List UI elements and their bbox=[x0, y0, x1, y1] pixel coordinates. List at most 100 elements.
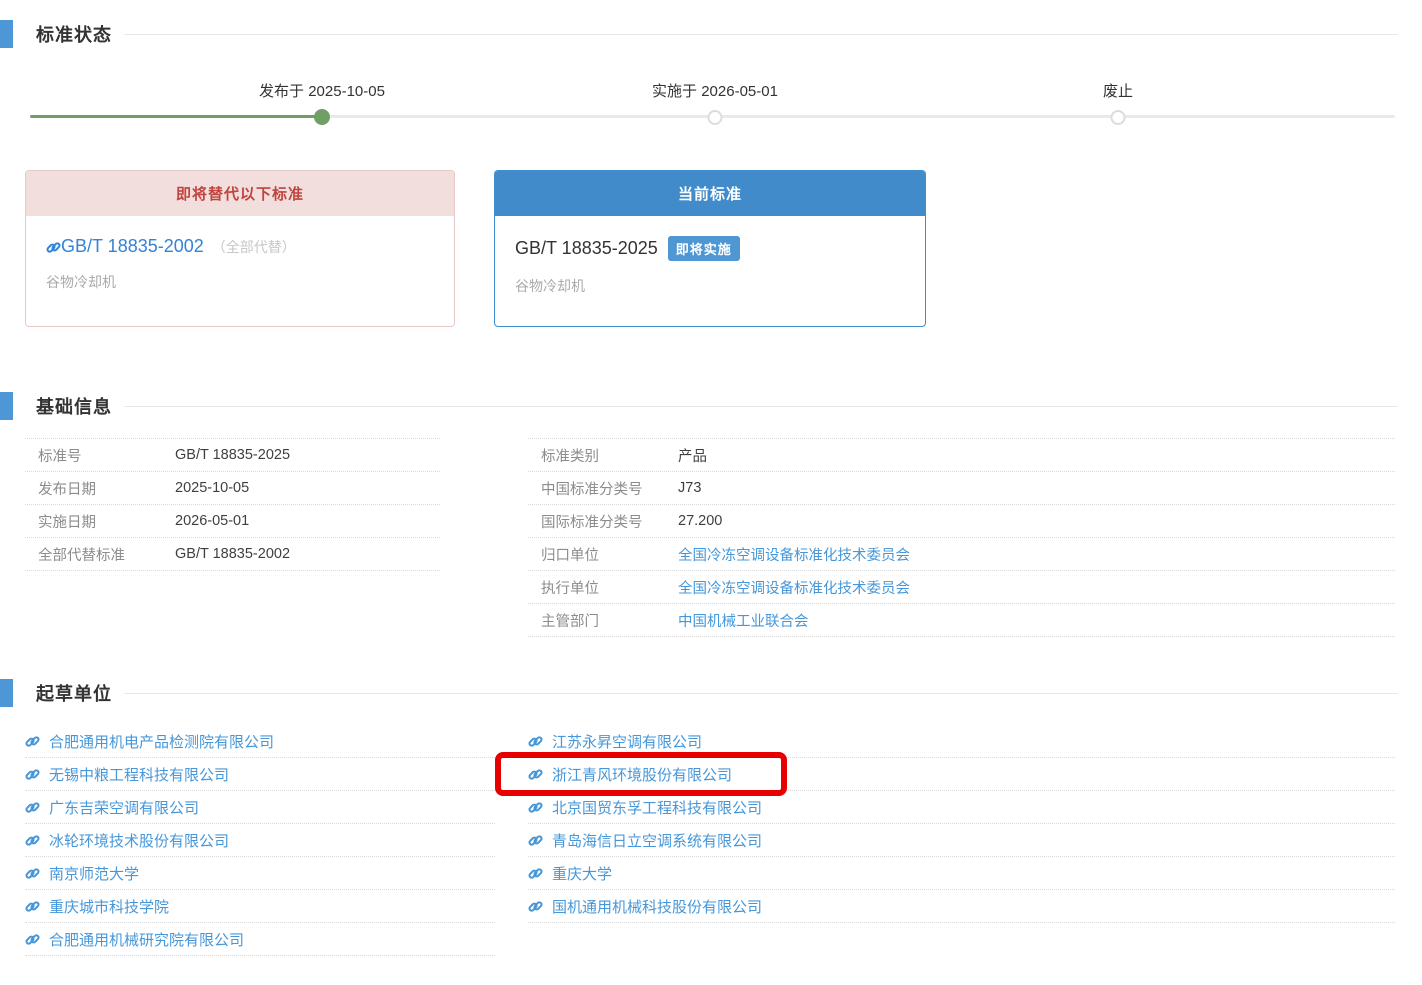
info-label: 标准类别 bbox=[541, 445, 678, 466]
timeline-node-dot bbox=[708, 110, 723, 125]
drafting-unit-link[interactable]: 冰轮环境技术股份有限公司 bbox=[49, 830, 229, 851]
drafting-unit-link[interactable]: 南京师范大学 bbox=[49, 863, 139, 884]
info-value: GB/T 18835-2002 bbox=[175, 546, 290, 562]
basic-info-tables: 标准号GB/T 18835-2025发布日期2025-10-05实施日期2026… bbox=[25, 438, 1422, 637]
timeline-node-dot bbox=[314, 109, 330, 125]
info-label: 归口单位 bbox=[541, 544, 678, 565]
link-icon bbox=[25, 800, 40, 815]
info-table-left: 标准号GB/T 18835-2025发布日期2025-10-05实施日期2026… bbox=[25, 438, 440, 571]
current-standard-card: 当前标准 GB/T 18835-2025 即将实施 谷物冷却机 bbox=[494, 170, 926, 327]
link-icon bbox=[25, 767, 40, 782]
info-value-link[interactable]: 中国机械工业联合会 bbox=[678, 610, 809, 631]
current-standard-name: 谷物冷却机 bbox=[515, 276, 905, 296]
drafting-unit-link[interactable]: 无锡中粮工程科技有限公司 bbox=[49, 764, 229, 785]
drafting-unit-item: 青岛海信日立空调系统有限公司 bbox=[528, 824, 1395, 857]
drafting-unit-item: 江苏永昇空调有限公司 bbox=[528, 725, 1395, 758]
info-label: 执行单位 bbox=[541, 577, 678, 598]
section-divider bbox=[124, 693, 1398, 694]
replaced-standard-card: 即将替代以下标准 GB/T 18835-2002 （全部代替） 谷物冷却机 bbox=[25, 170, 455, 327]
info-row: 标准类别产品 bbox=[528, 439, 1395, 472]
info-label: 国际标准分类号 bbox=[541, 511, 678, 532]
info-row: 国际标准分类号27.200 bbox=[528, 505, 1395, 538]
current-card-header: 当前标准 bbox=[495, 171, 925, 216]
info-label: 实施日期 bbox=[38, 511, 175, 532]
upcoming-implementation-badge: 即将实施 bbox=[668, 236, 740, 261]
drafting-units-right-column: 江苏永昇空调有限公司浙江青风环境股份有限公司北京国贸东孚工程科技有限公司青岛海信… bbox=[528, 725, 1395, 923]
info-value: GB/T 18835-2025 bbox=[175, 447, 290, 463]
section-accent-bar bbox=[0, 679, 13, 707]
drafting-unit-link[interactable]: 合肥通用机械研究院有限公司 bbox=[49, 929, 244, 950]
info-value: J73 bbox=[678, 480, 701, 496]
replaced-card-header: 即将替代以下标准 bbox=[26, 171, 454, 216]
info-row: 中国标准分类号J73 bbox=[528, 472, 1395, 505]
drafting-unit-item: 合肥通用机械研究院有限公司 bbox=[25, 923, 495, 956]
info-row: 发布日期2025-10-05 bbox=[25, 472, 440, 505]
replaced-standard-name: 谷物冷却机 bbox=[46, 272, 434, 292]
info-row: 主管部门中国机械工业联合会 bbox=[528, 604, 1395, 637]
info-table-right: 标准类别产品中国标准分类号J73国际标准分类号27.200归口单位全国冷冻空调设… bbox=[528, 438, 1395, 637]
drafting-unit-link[interactable]: 重庆大学 bbox=[552, 863, 612, 884]
drafting-unit-link[interactable]: 国机通用机械科技股份有限公司 bbox=[552, 896, 762, 917]
drafting-unit-link[interactable]: 重庆城市科技学院 bbox=[49, 896, 169, 917]
section-divider bbox=[124, 34, 1398, 35]
drafting-section-header: 起草单位 bbox=[0, 679, 1398, 707]
link-icon bbox=[528, 734, 543, 749]
section-accent-bar bbox=[0, 20, 13, 48]
timeline-progress bbox=[30, 115, 322, 118]
link-icon bbox=[528, 899, 543, 914]
drafting-unit-link[interactable]: 合肥通用机电产品检测院有限公司 bbox=[49, 731, 274, 752]
drafting-unit-item: 合肥通用机电产品检测院有限公司 bbox=[25, 725, 495, 758]
standard-status-timeline: 发布于 2025-10-05实施于 2026-05-01废止 bbox=[0, 64, 1422, 149]
standard-detail-page: 标准状态 发布于 2025-10-05实施于 2026-05-01废止 即将替代… bbox=[0, 20, 1422, 985]
drafting-section-title: 起草单位 bbox=[36, 680, 112, 706]
timeline-label: 发布于 2025-10-05 bbox=[259, 80, 385, 101]
link-icon bbox=[528, 833, 543, 848]
drafting-unit-link[interactable]: 浙江青风环境股份有限公司 bbox=[552, 764, 732, 785]
info-row: 执行单位全国冷冻空调设备标准化技术委员会 bbox=[528, 571, 1395, 604]
info-value: 27.200 bbox=[678, 513, 722, 529]
status-section-header: 标准状态 bbox=[0, 20, 1398, 48]
drafting-unit-item: 南京师范大学 bbox=[25, 857, 495, 890]
status-section-title: 标准状态 bbox=[36, 21, 112, 47]
info-row: 实施日期2026-05-01 bbox=[25, 505, 440, 538]
link-icon bbox=[25, 932, 40, 947]
drafting-unit-link[interactable]: 青岛海信日立空调系统有限公司 bbox=[552, 830, 762, 851]
section-accent-bar bbox=[0, 392, 13, 420]
drafting-unit-lists: 合肥通用机电产品检测院有限公司无锡中粮工程科技有限公司广东吉荣空调有限公司冰轮环… bbox=[25, 725, 1422, 956]
info-row: 归口单位全国冷冻空调设备标准化技术委员会 bbox=[528, 538, 1395, 571]
link-icon bbox=[528, 866, 543, 881]
drafting-unit-item: 广东吉荣空调有限公司 bbox=[25, 791, 495, 824]
drafting-unit-item: 国机通用机械科技股份有限公司 bbox=[528, 890, 1395, 923]
info-value-link[interactable]: 全国冷冻空调设备标准化技术委员会 bbox=[678, 577, 910, 598]
link-icon bbox=[46, 239, 61, 254]
link-icon bbox=[528, 800, 543, 815]
replaced-standard-link[interactable]: GB/T 18835-2002 bbox=[61, 236, 204, 257]
info-value: 2025-10-05 bbox=[175, 480, 249, 496]
drafting-unit-item: 冰轮环境技术股份有限公司 bbox=[25, 824, 495, 857]
link-icon bbox=[25, 734, 40, 749]
section-divider bbox=[124, 406, 1398, 407]
info-value: 2026-05-01 bbox=[175, 513, 249, 529]
timeline-node-dot bbox=[1111, 110, 1126, 125]
info-section-title: 基础信息 bbox=[36, 393, 112, 419]
current-standard-code: GB/T 18835-2025 bbox=[515, 238, 658, 259]
drafting-unit-item: 浙江青风环境股份有限公司 bbox=[528, 758, 1395, 791]
link-icon bbox=[528, 767, 543, 782]
timeline-label: 废止 bbox=[1103, 80, 1133, 101]
drafting-unit-item: 北京国贸东孚工程科技有限公司 bbox=[528, 791, 1395, 824]
link-icon bbox=[25, 866, 40, 881]
drafting-unit-item: 重庆大学 bbox=[528, 857, 1395, 890]
drafting-unit-item: 重庆城市科技学院 bbox=[25, 890, 495, 923]
info-row: 全部代替标准GB/T 18835-2002 bbox=[25, 538, 440, 571]
drafting-unit-link[interactable]: 江苏永昇空调有限公司 bbox=[552, 731, 702, 752]
info-label: 发布日期 bbox=[38, 478, 175, 499]
info-value: 产品 bbox=[678, 445, 707, 466]
drafting-unit-link[interactable]: 北京国贸东孚工程科技有限公司 bbox=[552, 797, 762, 818]
replace-note: （全部代替） bbox=[212, 237, 296, 257]
info-label: 主管部门 bbox=[541, 610, 678, 631]
info-label: 全部代替标准 bbox=[38, 544, 175, 565]
info-value-link[interactable]: 全国冷冻空调设备标准化技术委员会 bbox=[678, 544, 910, 565]
drafting-unit-link[interactable]: 广东吉荣空调有限公司 bbox=[49, 797, 199, 818]
info-label: 中国标准分类号 bbox=[541, 478, 678, 499]
link-icon bbox=[25, 899, 40, 914]
